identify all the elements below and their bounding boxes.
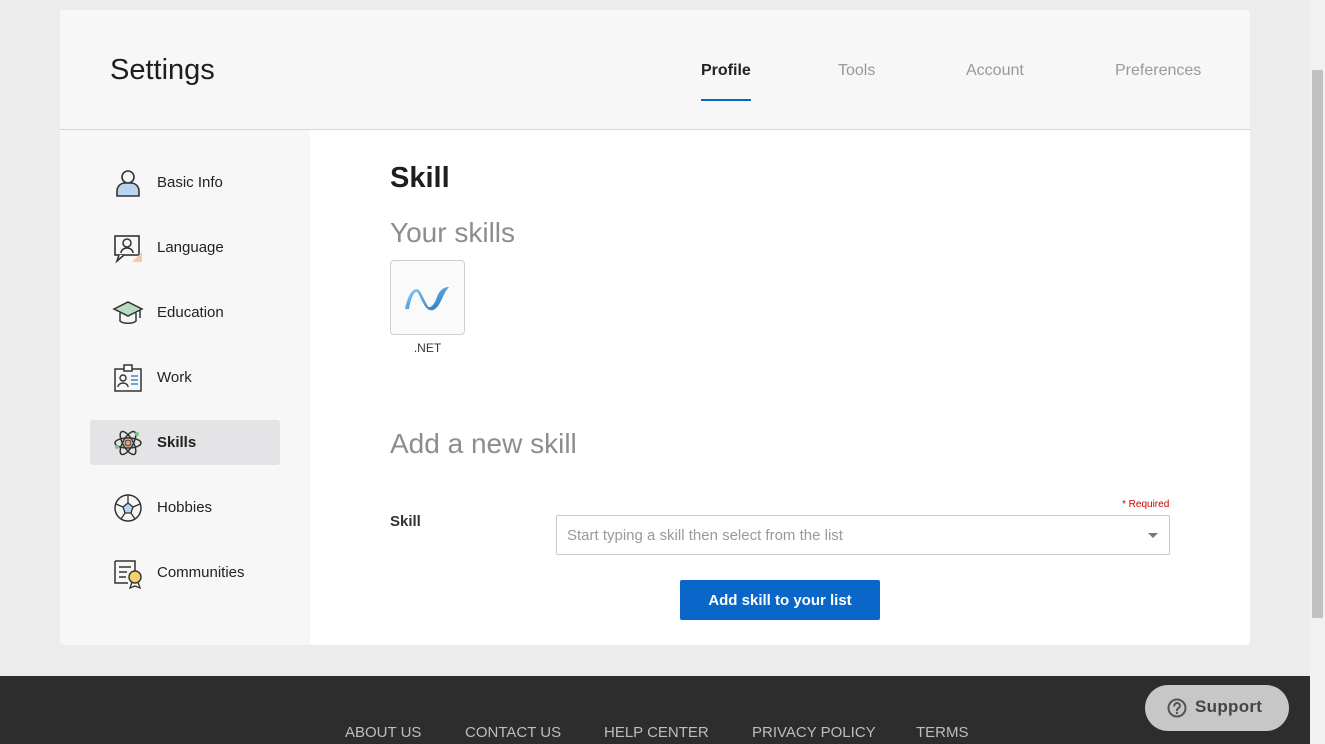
your-skills-title: Your skills [390, 217, 516, 248]
graduation-cap-icon [112, 297, 144, 329]
sidebar: Basic Info Language Education Work Skill… [60, 130, 310, 645]
footer-link-privacy-policy[interactable]: PRIVACY POLICY [752, 724, 876, 741]
sidebar-item-label: Skills [157, 434, 197, 451]
footer-link-about-us[interactable]: ABOUT US [345, 724, 421, 741]
sidebar-item-work[interactable]: Work [90, 355, 280, 400]
settings-tabs: Profile Tools Account Preferences [60, 10, 1250, 130]
add-skill-button[interactable]: Add skill to your list [680, 580, 880, 620]
settings-header: Settings Profile Tools Account Preferenc… [60, 10, 1250, 130]
sidebar-item-skills[interactable]: Skills [90, 420, 280, 465]
sidebar-item-label: Hobbies [157, 499, 213, 516]
sidebar-item-label: Communities [157, 564, 245, 581]
skill-field-label: Skill [390, 513, 421, 530]
sidebar-item-label: Work [157, 369, 192, 386]
id-badge-icon [112, 362, 144, 394]
page-scrollbar[interactable] [1310, 0, 1325, 744]
sidebar-item-label: Education [157, 304, 224, 321]
tab-tools[interactable]: Tools [838, 62, 875, 101]
footer: ABOUT US CONTACT US HELP CENTER PRIVACY … [0, 676, 1310, 744]
footer-link-help-center[interactable]: HELP CENTER [604, 724, 709, 741]
footer-link-contact-us[interactable]: CONTACT US [465, 724, 561, 741]
section-title: Skill [390, 162, 450, 194]
speech-bubble-icon [112, 232, 144, 264]
scrollbar-thumb[interactable] [1312, 70, 1323, 618]
sidebar-item-hobbies[interactable]: Hobbies [90, 485, 280, 530]
tab-preferences[interactable]: Preferences [1115, 62, 1201, 101]
chevron-down-icon[interactable] [1148, 533, 1158, 538]
dotnet-logo-icon [403, 283, 453, 318]
sidebar-item-label: Basic Info [157, 174, 223, 191]
support-button[interactable]: Support [1145, 685, 1289, 731]
certificate-icon [112, 557, 144, 590]
skills-panel: Skill Your skills .NET Add a new skill S… [310, 130, 1250, 645]
person-icon [112, 167, 144, 199]
required-indicator: * Required [1122, 499, 1170, 510]
sidebar-item-language[interactable]: Language [90, 225, 280, 270]
sidebar-item-communities[interactable]: Communities [90, 550, 280, 595]
add-skill-title: Add a new skill [390, 428, 577, 459]
sidebar-item-label: Language [157, 239, 224, 256]
support-label: Support [1195, 697, 1263, 716]
sidebar-item-basic-info[interactable]: Basic Info [90, 160, 280, 205]
skill-tile-dotnet[interactable] [390, 260, 465, 335]
tab-account[interactable]: Account [966, 62, 1024, 101]
tab-profile[interactable]: Profile [701, 62, 751, 101]
skill-tile-label: .NET [413, 341, 442, 355]
atom-icon [112, 427, 144, 459]
question-circle-icon [1167, 698, 1187, 718]
footer-link-terms[interactable]: TERMS [916, 724, 969, 741]
skill-search-input[interactable] [556, 515, 1170, 555]
soccer-ball-icon [112, 492, 144, 524]
sidebar-item-education[interactable]: Education [90, 290, 280, 335]
settings-card: Settings Profile Tools Account Preferenc… [60, 10, 1250, 645]
